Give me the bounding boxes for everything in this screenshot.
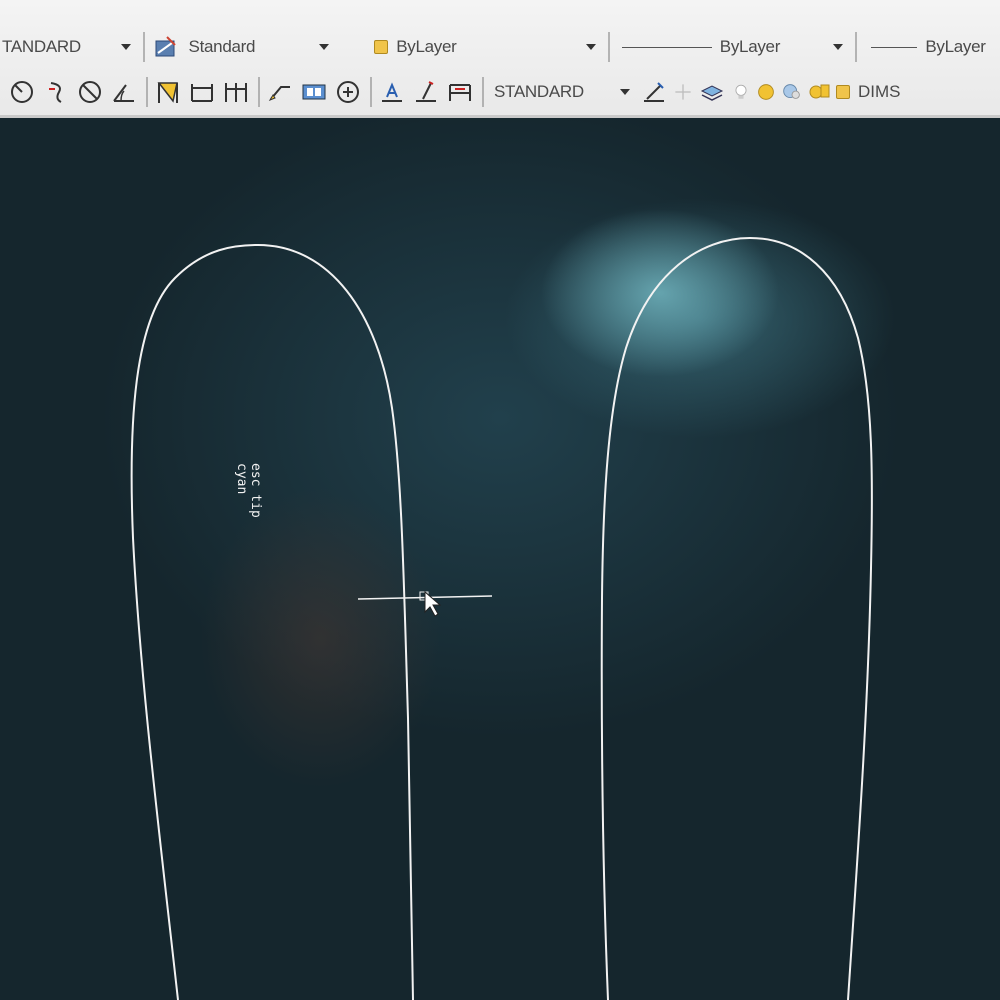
dim-edit-icon[interactable] — [376, 76, 408, 108]
separator — [258, 77, 260, 107]
separator — [482, 77, 484, 107]
layer-sparkle-icon — [672, 76, 694, 108]
baseline-dim-icon[interactable] — [186, 76, 218, 108]
dim-style-combo[interactable]: Standard — [149, 32, 337, 62]
left-ski-outline[interactable] — [130, 243, 414, 1000]
sun-icon[interactable] — [754, 76, 778, 108]
linetype-combo[interactable]: ByLayer — [614, 32, 852, 62]
layer-properties-icon[interactable] — [696, 76, 728, 108]
lineweight-combo[interactable]: ByLayer — [861, 32, 1000, 62]
dim-style-icon — [155, 36, 177, 58]
dimstyle-manager-icon[interactable] — [638, 76, 670, 108]
dim-diameter-icon[interactable] — [40, 76, 72, 108]
dimension-toolbar: STANDARD DIMS — [0, 72, 1000, 112]
dim-angular-icon[interactable] — [108, 76, 140, 108]
layer-color-icon[interactable] — [806, 76, 832, 108]
separator — [142, 32, 145, 62]
tolerance-icon[interactable] — [298, 76, 330, 108]
quick-dim-icon[interactable] — [152, 76, 184, 108]
color-swatch-icon — [374, 40, 389, 54]
separator — [855, 32, 858, 62]
continue-dim-icon[interactable] — [220, 76, 252, 108]
current-layer-name[interactable]: DIMS — [858, 82, 901, 102]
dim-update-icon[interactable] — [444, 76, 476, 108]
dimstyle-control-combo[interactable]: STANDARD — [488, 77, 638, 107]
annotation-line-1: esc tip — [248, 463, 263, 518]
separator — [607, 32, 610, 62]
separator — [146, 77, 148, 107]
linetype-value: ByLayer — [719, 37, 781, 56]
lineweight-value: ByLayer — [925, 37, 986, 56]
separator — [370, 77, 372, 107]
right-ski-outline[interactable] — [600, 236, 873, 1000]
drawing-canvas[interactable]: esc tip cyan — [0, 118, 1000, 1000]
lock-icon[interactable] — [780, 76, 804, 108]
linetype-sample-icon — [621, 46, 712, 48]
ski-annotation[interactable]: esc tip cyan — [202, 463, 263, 523]
chevron-down-icon[interactable] — [833, 44, 844, 50]
dim-none-icon[interactable] — [74, 76, 106, 108]
properties-toolbar: TANDARD Standard ByLayer ByLayer ByLayer — [0, 28, 1000, 66]
dimstyle-control-value: STANDARD — [494, 82, 584, 101]
layer-swatch-icon — [834, 76, 852, 108]
lineweight-sample-icon — [871, 46, 918, 48]
leader-icon[interactable] — [264, 76, 296, 108]
text-style-value: TANDARD — [2, 37, 81, 56]
color-combo[interactable]: ByLayer — [374, 32, 604, 62]
mouse-pointer-icon — [424, 590, 442, 617]
chevron-down-icon[interactable] — [318, 44, 329, 50]
chevron-down-icon[interactable] — [120, 44, 131, 50]
center-mark-icon[interactable] — [332, 76, 364, 108]
dim-style-value: Standard — [188, 37, 256, 56]
text-style-combo[interactable]: TANDARD — [0, 32, 139, 62]
dim-radius-icon[interactable] — [6, 76, 38, 108]
chevron-down-icon[interactable] — [620, 89, 630, 95]
drawing-geometry — [130, 236, 873, 1000]
dim-text-edit-icon[interactable] — [410, 76, 442, 108]
light-bulb-icon[interactable] — [730, 76, 752, 108]
chevron-down-icon[interactable] — [585, 44, 596, 50]
toolbars: TANDARD Standard ByLayer ByLayer ByLayer… — [0, 0, 1000, 118]
annotation-line-2: cyan — [234, 463, 249, 495]
color-value: ByLayer — [396, 37, 457, 56]
